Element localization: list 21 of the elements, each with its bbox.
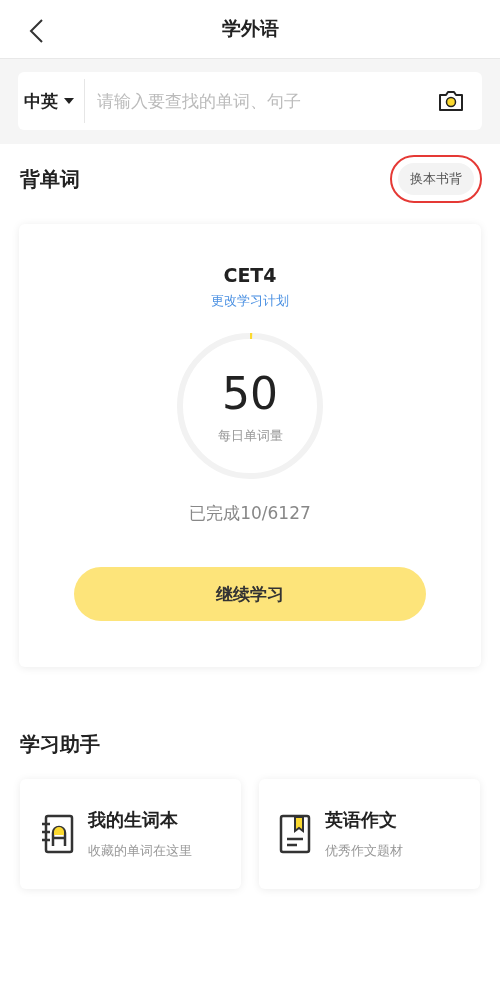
book-icon [279,814,311,854]
progress-text: 已完成10/6127 [189,502,311,525]
daily-count: 50 [222,367,278,419]
language-dropdown[interactable]: 中英 [18,79,85,123]
tool-card[interactable]: 英语作文 优秀作文题材 [259,779,480,889]
tool-subtitle: 收藏的单词在这里 [88,842,192,860]
book-name: CET4 [223,264,277,286]
section-title: 背单词 [20,165,80,193]
search-field[interactable]: 中英 请输入要查找的单词、句子 [18,72,482,130]
continue-button[interactable]: 继续学习 [74,567,426,621]
back-icon[interactable] [28,18,44,44]
caret-icon [64,98,74,104]
daily-label: 每日单词量 [217,426,283,445]
camera-icon[interactable] [438,90,464,112]
tool-title: 我的生词本 [88,808,179,832]
section-title: 学习助手 [20,730,100,758]
tool-subtitle: 优秀作文题材 [325,842,403,860]
tool-card[interactable]: 我的生词本 收藏的单词在这里 [20,779,241,889]
tool-title: 英语作文 [325,808,398,832]
page-title: 学外语 [221,16,279,41]
notebook-icon [40,814,74,854]
